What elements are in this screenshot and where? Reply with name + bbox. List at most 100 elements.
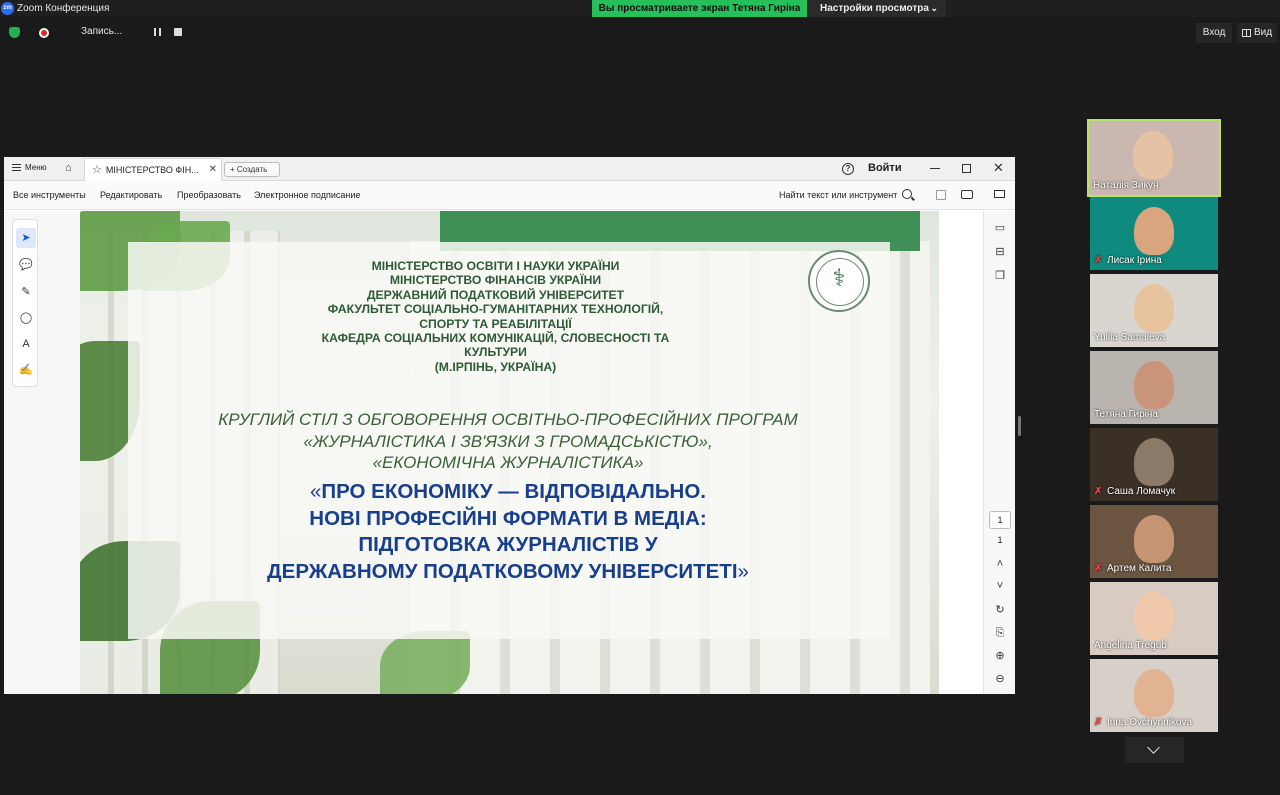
participant-tile[interactable]: ✗ Артем Калита bbox=[1090, 505, 1218, 578]
menu-label: Меню bbox=[25, 163, 47, 172]
document-tab[interactable]: ☆ МІНІСТЕРСТВО ФІН... ✕ bbox=[84, 158, 222, 181]
mail-icon[interactable] bbox=[994, 190, 1005, 198]
page-number-input[interactable]: 1 bbox=[989, 511, 1011, 529]
select-cursor-icon[interactable]: ➤ bbox=[16, 228, 36, 248]
institution-line: КУЛЬТУРИ bbox=[464, 345, 527, 360]
document-tab-title: МІНІСТЕРСТВО ФІН... bbox=[105, 165, 199, 175]
home-icon[interactable]: ⌂ bbox=[65, 163, 72, 174]
sign-icon[interactable]: ✍ bbox=[16, 360, 36, 380]
pause-recording-icon[interactable] bbox=[154, 28, 161, 36]
recording-icon bbox=[39, 28, 49, 38]
participant-name-text: Лисак Ірина bbox=[1107, 255, 1162, 266]
institution-line: (М.ІРПІНЬ, УКРАЇНА) bbox=[434, 359, 557, 374]
page-down-icon[interactable]: ˅ bbox=[993, 579, 1007, 593]
bookmark-icon[interactable]: ⊟ bbox=[993, 245, 1007, 259]
view-settings-label: Настройки просмотра bbox=[820, 3, 929, 14]
round-table-line: «ЖУРНАЛІСТИКА І ЗВ'ЯЗКИ З ГРОМАДСЬКІСТЮ»… bbox=[303, 431, 713, 451]
participant-name: ✗ Артем Калита bbox=[1094, 563, 1172, 575]
maximize-icon[interactable] bbox=[962, 164, 971, 173]
menu-edit[interactable]: Редактировать bbox=[100, 190, 162, 200]
browser-tab-bar: Меню ⌂ ☆ МІНІСТЕРСТВО ФІН... ✕ + Создать … bbox=[4, 157, 1015, 181]
participant-tile[interactable]: ✗ Inna Ovchynnikova bbox=[1090, 659, 1218, 732]
headline-text: ДЕРЖАВНОМУ ПОДАТКОВОМУ УНІВЕРСИТЕТІ bbox=[267, 559, 738, 583]
left-tool-palette: ➤ 💬 ✎ ◯ A ✍ bbox=[12, 219, 38, 387]
rotate-icon[interactable]: ↻ bbox=[993, 603, 1007, 617]
participant-avatar bbox=[1134, 361, 1174, 409]
participant-tile[interactable]: ✗ Лисак Ірина bbox=[1090, 197, 1218, 270]
zoom-in-icon[interactable]: ⊕ bbox=[993, 649, 1007, 663]
minimize-icon[interactable] bbox=[930, 168, 940, 169]
pages-icon[interactable]: ❐ bbox=[993, 269, 1007, 283]
search-icon[interactable] bbox=[902, 189, 912, 199]
close-tab-icon[interactable]: ✕ bbox=[209, 159, 217, 181]
participant-name-text: Тетяна Гиріна bbox=[1094, 409, 1158, 420]
comment-icon[interactable]: 💬 bbox=[16, 255, 36, 275]
institution-line: ФАКУЛЬТЕТ СОЦІАЛЬНО-ГУМАНІТАРНИХ ТЕХНОЛО… bbox=[327, 302, 664, 317]
menu-convert[interactable]: Преобразовать bbox=[177, 190, 241, 200]
headline-line: ПІДГОТОВКА ЖУРНАЛІСТІВ У bbox=[358, 533, 658, 556]
splitter-handle[interactable] bbox=[1018, 416, 1021, 436]
participant-tile[interactable]: ✗ Саша Ломачук bbox=[1090, 428, 1218, 501]
save-icon[interactable] bbox=[936, 190, 946, 200]
participant-name-text: Саша Ломачук bbox=[1107, 486, 1176, 497]
headline-line: ДЕРЖАВНОМУ ПОДАТКОВОМУ УНІВЕРСИТЕТІ» bbox=[198, 559, 818, 586]
institution-line: СПОРТУ ТА РЕАБІЛІТАЦІЇ bbox=[419, 316, 572, 331]
participant-name: ✗ Лисак Ірина bbox=[1094, 255, 1162, 267]
help-icon[interactable]: ? bbox=[842, 163, 854, 175]
login-button[interactable]: Вход bbox=[1196, 23, 1232, 43]
find-tool-label[interactable]: Найти текст или инструмент bbox=[779, 190, 897, 200]
app-title: Zoom Конференция bbox=[17, 3, 110, 14]
participant-avatar bbox=[1134, 669, 1174, 717]
participant-tile[interactable]: Angelina Tregub bbox=[1090, 582, 1218, 655]
print-icon[interactable] bbox=[961, 190, 973, 199]
view-settings-button[interactable]: Настройки просмотра ⌄ bbox=[807, 0, 946, 17]
title-bar: zm Zoom Конференция Вы просматриваете эк… bbox=[0, 0, 1280, 17]
gallery-scroll-down-icon[interactable] bbox=[1125, 737, 1184, 763]
right-panel: ▭ ⊟ ❐ 1 1 ˄ ˅ ↻ ⎘ ⊕ ⊖ bbox=[983, 211, 1015, 694]
participant-avatar bbox=[1134, 438, 1174, 486]
view-label: Вид bbox=[1254, 27, 1273, 38]
menu-button[interactable]: Меню bbox=[12, 163, 47, 172]
participant-avatar bbox=[1134, 515, 1174, 563]
participant-name: ✗ Inna Ovchynnikova bbox=[1094, 717, 1192, 729]
participant-name-text: Angelina Tregub bbox=[1094, 640, 1167, 651]
institution-line: МІНІСТЕРСТВО ФІНАНСІВ УКРАЇНИ bbox=[389, 273, 602, 288]
round-table-line: «ЕКОНОМІЧНА ЖУРНАЛІСТИКА» bbox=[372, 453, 644, 472]
view-button[interactable]: Вид bbox=[1237, 23, 1277, 43]
page-up-icon[interactable]: ˄ bbox=[993, 557, 1007, 571]
hamburger-icon bbox=[12, 164, 21, 172]
mic-muted-icon: ✗ bbox=[1094, 255, 1103, 266]
participant-name-text: Артем Калита bbox=[1107, 563, 1172, 574]
pdf-toolbar: Все инструменты Редактировать Преобразов… bbox=[4, 181, 1015, 210]
create-label: Создать bbox=[236, 165, 268, 174]
text-tool-icon[interactable]: A bbox=[16, 334, 36, 354]
zoom-out-icon[interactable]: ⊖ bbox=[993, 672, 1007, 686]
create-button[interactable]: + Создать bbox=[224, 162, 280, 177]
close-quote: » bbox=[737, 559, 749, 583]
institution-block: МІНІСТЕРСТВО ОСВІТИ І НАУКИ УКРАЇНИ МІНІ… bbox=[228, 259, 763, 374]
star-icon[interactable]: ☆ bbox=[92, 164, 102, 176]
security-shield-icon[interactable] bbox=[9, 27, 20, 38]
open-quote: « bbox=[309, 480, 322, 503]
participant-name: Тетяна Гиріна bbox=[1094, 409, 1158, 421]
participant-tile[interactable]: Наталія Зикун bbox=[1087, 119, 1221, 197]
participant-avatar bbox=[1134, 592, 1174, 640]
pen-icon[interactable]: ✎ bbox=[16, 282, 36, 302]
comments-panel-icon[interactable]: ▭ bbox=[993, 221, 1007, 235]
participant-name-text: Inna Ovchynnikova bbox=[1107, 717, 1193, 728]
participant-name: Наталія Зикун bbox=[1093, 180, 1158, 192]
headline-text: ПРО ЕКОНОМІКУ — ВІДПОВІДАЛЬНО. bbox=[321, 480, 706, 503]
menu-all-tools[interactable]: Все инструменты bbox=[13, 190, 86, 200]
extract-icon[interactable]: ⎘ bbox=[993, 626, 1007, 640]
menu-e-sign[interactable]: Электронное подписание bbox=[254, 190, 360, 200]
university-seal-icon bbox=[808, 250, 870, 312]
participant-tile[interactable]: Yuliia Samaieva bbox=[1090, 274, 1218, 347]
signin-button[interactable]: Войти bbox=[868, 162, 902, 174]
participant-avatar bbox=[1133, 131, 1173, 179]
grid-view-icon bbox=[1242, 29, 1251, 37]
lasso-icon[interactable]: ◯ bbox=[16, 308, 36, 328]
stop-recording-icon[interactable] bbox=[174, 28, 182, 36]
close-window-icon[interactable]: ✕ bbox=[993, 161, 1004, 174]
participant-tile[interactable]: Тетяна Гиріна bbox=[1090, 351, 1218, 424]
headline-line: НОВІ ПРОФЕСІЙНІ ФОРМАТИ В МЕДІА: bbox=[309, 506, 707, 530]
